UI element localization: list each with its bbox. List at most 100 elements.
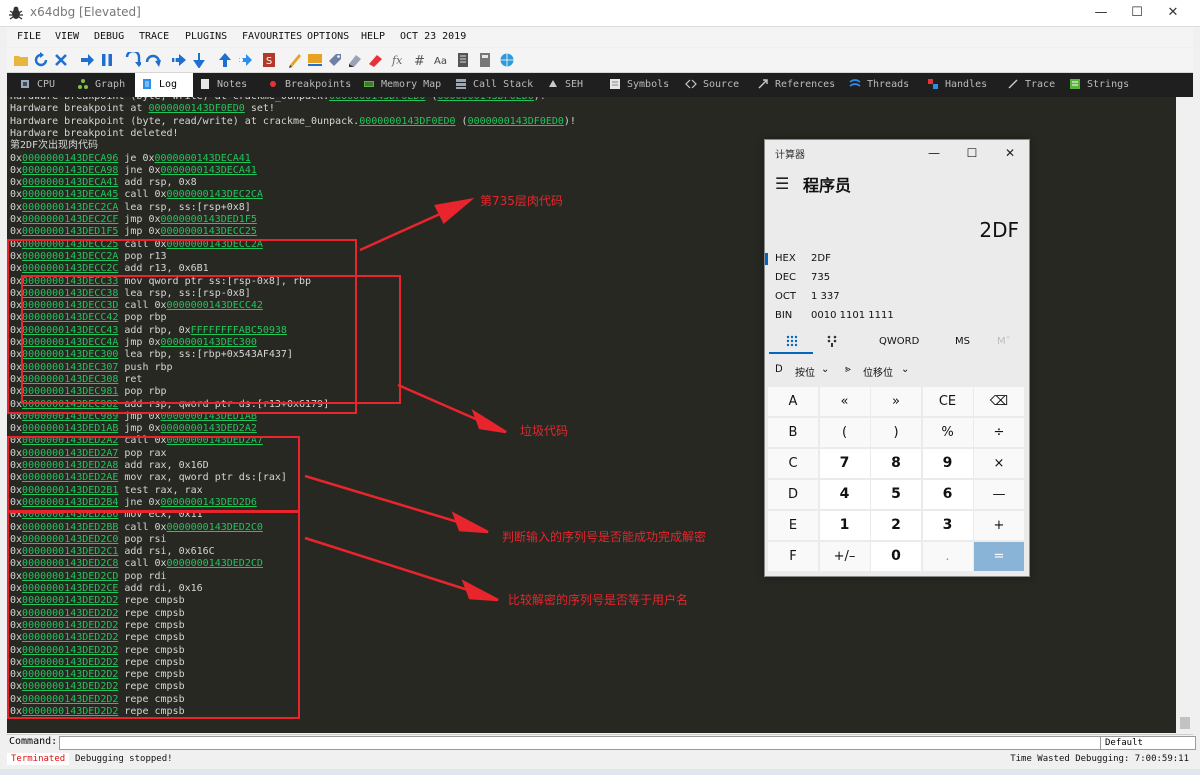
address-link[interactable]: 0000000143DEC982 [22, 399, 118, 410]
step-into-icon[interactable] [125, 52, 141, 68]
menu-trace[interactable]: TRACE [139, 31, 169, 42]
scrollbar-thumb[interactable] [1180, 717, 1190, 729]
command-type-dropdown[interactable]: Default [1100, 736, 1196, 750]
address-link[interactable]: 0000000143DED2B1 [22, 485, 118, 496]
address-link[interactable]: 0000000143DED2C1 [22, 546, 118, 557]
address-link[interactable]: 0000000143DED2D2 [22, 620, 118, 631]
tab-symbols[interactable]: Symbols [603, 73, 675, 97]
address-link[interactable]: 0000000143DED2BB [22, 522, 118, 533]
calc-key[interactable]: ( [819, 418, 870, 447]
address-link[interactable]: 0000000143DECA41 [155, 153, 251, 164]
script-icon[interactable] [455, 52, 471, 68]
address-link[interactable]: 0000000143DECA41 [161, 165, 257, 176]
address-link[interactable]: 0000000143DF0ED0 [148, 103, 244, 114]
calc-key[interactable]: CE [922, 387, 973, 416]
tab-trace[interactable]: Trace [1001, 73, 1061, 97]
address-link[interactable]: 0000000143DED2D2 [22, 632, 118, 643]
patch-icon[interactable] [287, 52, 303, 68]
calc-key[interactable]: B [768, 418, 818, 447]
calc-key[interactable]: « [819, 387, 870, 416]
run-to-user-code-icon[interactable] [237, 52, 253, 68]
labels-icon[interactable] [327, 52, 343, 68]
calc-key[interactable]: 2 [871, 511, 921, 540]
menu-debug[interactable]: DEBUG [94, 31, 124, 42]
address-link[interactable]: 0000000143DED2A2 [161, 423, 257, 434]
address-link[interactable]: 0000000143DED2B4 [22, 497, 118, 508]
memory-menu-button[interactable]: Mˇ [997, 336, 1011, 347]
calc-key[interactable]: 7 [819, 449, 870, 478]
trace-into-icon[interactable] [171, 52, 187, 68]
address-link[interactable]: 0000000143DED2D2 [22, 595, 118, 606]
address-link[interactable]: 0000000143DED2B6 [22, 509, 118, 520]
address-link[interactable]: 0000000143DF0ED0 [437, 97, 533, 102]
address-link[interactable]: 0000000143DECA41 [22, 177, 118, 188]
radix-bin[interactable]: BIN 0010 1101 1111 [775, 307, 1015, 325]
address-link[interactable]: 0000000143DED2A7 [22, 448, 118, 459]
tab-call-stack[interactable]: Call Stack [449, 73, 539, 97]
open-icon[interactable] [13, 52, 29, 68]
address-link[interactable]: 0000000143DF0ED0 [359, 116, 455, 127]
calc-key[interactable]: = [974, 542, 1024, 571]
calc-key[interactable]: A [768, 387, 818, 416]
calc-key[interactable]: » [871, 387, 921, 416]
calc-key[interactable]: 1 [819, 511, 870, 540]
font-icon[interactable]: Aa [433, 52, 449, 68]
address-link[interactable]: 0000000143DEC2CA [22, 202, 118, 213]
radix-dec[interactable]: DEC 735 [775, 269, 1015, 287]
address-link[interactable]: 0000000143DEC2CA [167, 189, 263, 200]
calc-key[interactable]: C [768, 449, 818, 478]
address-link[interactable]: 0000000143DED2A8 [22, 460, 118, 471]
address-link[interactable]: 0000000143DEC989 [22, 411, 118, 422]
calc-key[interactable]: F [768, 542, 818, 571]
address-link[interactable]: 0000000143DED2D2 [22, 645, 118, 656]
calc-key[interactable]: ÷ [974, 418, 1024, 447]
calc-key[interactable]: ⌫ [974, 387, 1024, 416]
address-link[interactable]: 0000000143DED2D2 [22, 706, 118, 717]
trace-over-icon[interactable] [191, 52, 207, 68]
calc-key[interactable]: . [922, 542, 973, 571]
close-icon[interactable] [53, 52, 69, 68]
calc-key[interactable]: % [922, 418, 973, 447]
restart-icon[interactable] [33, 52, 49, 68]
address-link[interactable]: 0000000143DED2C8 [22, 558, 118, 569]
address-link[interactable]: 0000000143DED1AB [161, 411, 257, 422]
address-link[interactable]: 0000000143DED1F5 [161, 214, 257, 225]
comments-icon[interactable] [307, 52, 323, 68]
tab-handles[interactable]: Handles [921, 73, 997, 97]
calc-key[interactable]: 0 [871, 542, 921, 571]
address-link[interactable]: 0000000143DECC25 [22, 239, 118, 250]
close-button[interactable]: ✕ [1150, 0, 1196, 26]
tab-seh[interactable]: SEH [541, 73, 597, 97]
functions-icon[interactable] [367, 52, 383, 68]
step-over-icon[interactable] [145, 52, 161, 68]
address-link[interactable]: 0000000143DECC42 [22, 312, 118, 323]
address-link[interactable]: 0000000143DECC3D [22, 300, 118, 311]
address-link[interactable]: 0000000143DECC2A [22, 251, 118, 262]
address-link[interactable]: 0000000143DED2A7 [167, 435, 263, 446]
address-link[interactable]: 0000000143DED2D2 [22, 608, 118, 619]
tab-references[interactable]: References [751, 73, 841, 97]
address-link[interactable]: 0000000143DED2A2 [22, 435, 118, 446]
menu-view[interactable]: VIEW [55, 31, 79, 42]
address-link[interactable]: 0000000143DED2D2 [22, 694, 118, 705]
address-link[interactable]: 0000000143DED2D2 [22, 669, 118, 680]
calc-close-button[interactable]: ✕ [995, 142, 1025, 164]
calc-key[interactable]: × [974, 449, 1024, 478]
command-input[interactable] [59, 736, 1101, 750]
calc-key[interactable]: 3 [922, 511, 973, 540]
calc-key[interactable]: ) [871, 418, 921, 447]
tab-log[interactable]: Log [135, 73, 193, 97]
hamburger-menu-icon[interactable]: ☰ [775, 174, 789, 193]
menu-options[interactable]: OPTIONS [307, 31, 349, 42]
word-size-button[interactable]: QWORD [879, 336, 919, 347]
address-link[interactable]: 0000000143DED2CD [167, 558, 263, 569]
address-link[interactable]: 0000000143DECA96 [22, 153, 118, 164]
execute-till-return-icon[interactable] [217, 52, 233, 68]
tab-notes[interactable]: Notes [193, 73, 255, 97]
address-link[interactable]: 0000000143DECC42 [167, 300, 263, 311]
menu-help[interactable]: HELP [361, 31, 385, 42]
bitshift-dropdown[interactable]: 位移位 [863, 364, 893, 379]
tab-threads[interactable]: Threads [843, 73, 917, 97]
address-link[interactable]: 0000000143DECC25 [161, 226, 257, 237]
address-link[interactable]: 0000000143DF0ED0 [468, 116, 564, 127]
